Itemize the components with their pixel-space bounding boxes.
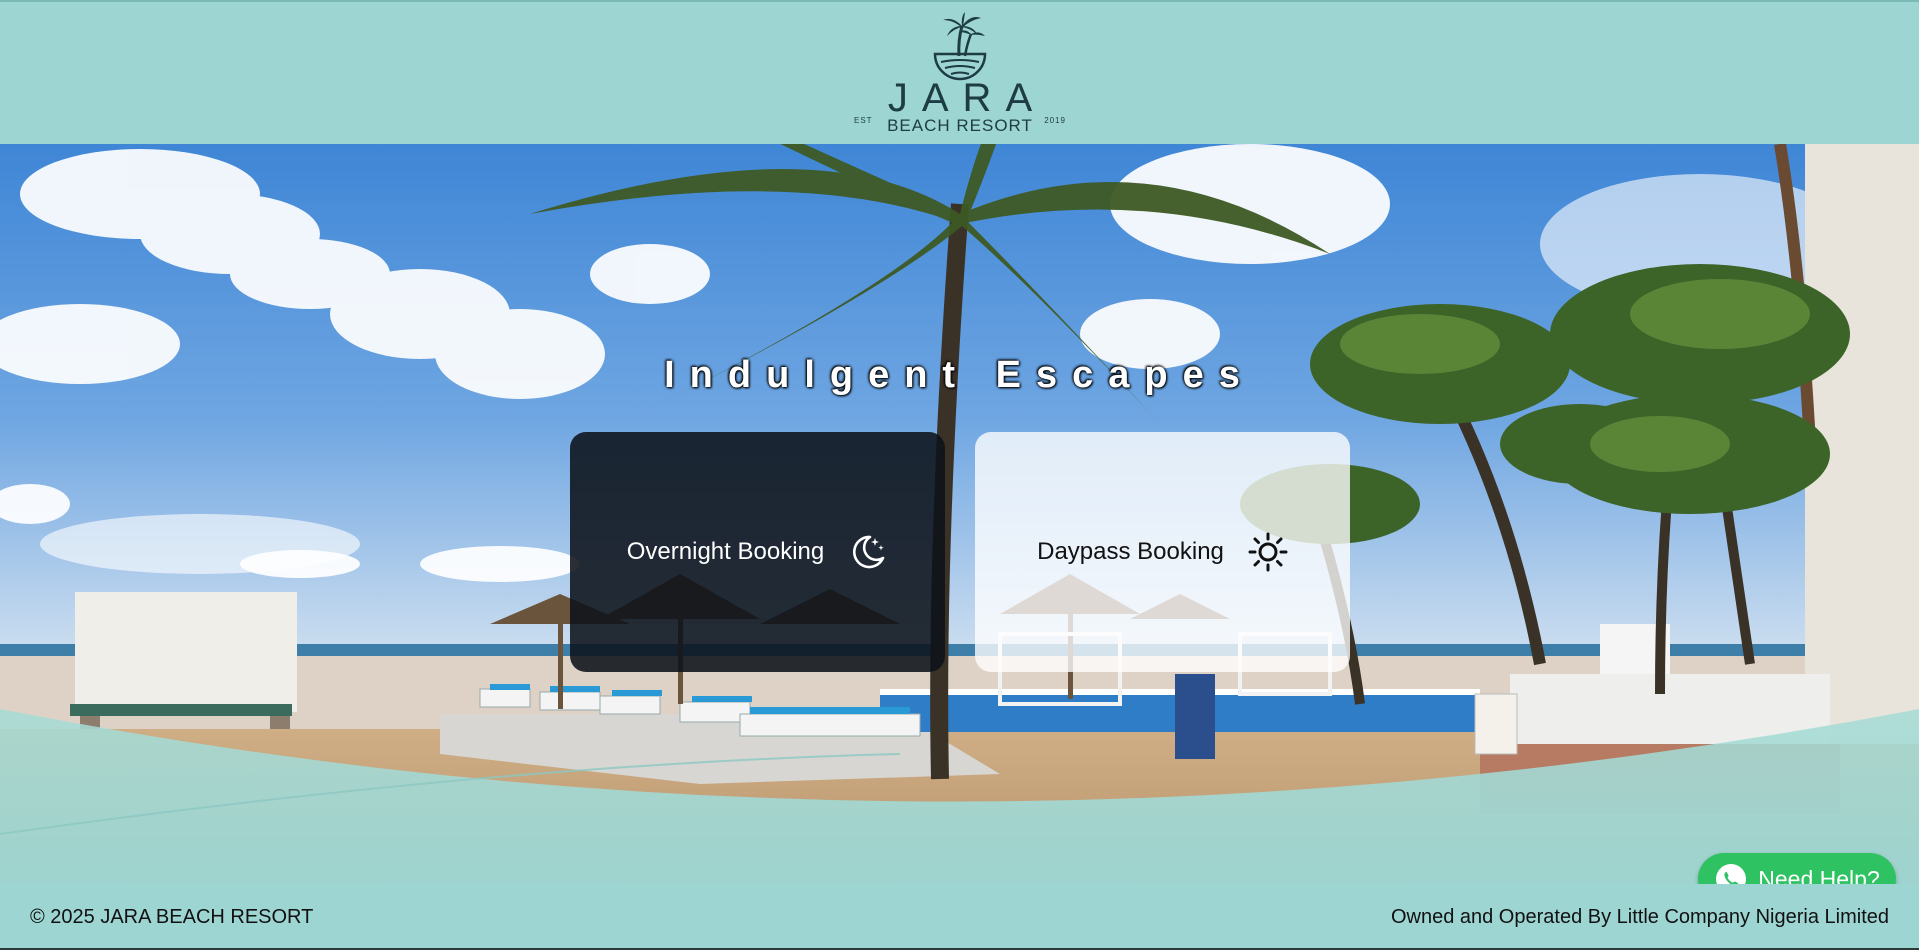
site-header: JARA EST BEACH RESORT 2019 [0,0,1919,144]
resort-logo[interactable]: JARA EST BEACH RESORT 2019 [850,10,1070,140]
logo-year: 2019 [1044,116,1066,125]
hero-title: Indulgent Escapes [664,354,1255,396]
moon-stars-icon [853,535,885,569]
copyright-text: © 2025 JARA BEACH RESORT [30,906,314,928]
logo-name: JARA [887,76,1047,120]
daypass-booking-label: Daypass Booking [1037,538,1224,565]
site-footer: © 2025 JARA BEACH RESORT Owned and Opera… [0,884,1919,950]
sun-icon [1248,532,1288,572]
page: JARA EST BEACH RESORT 2019 Indulgent Esc… [0,0,1919,950]
beach-resort-photo [0,144,1919,884]
overnight-booking-label: Overnight Booking [626,538,825,565]
logo-subtitle: BEACH RESORT [887,116,1033,135]
hero-banner: Indulgent Escapes Overnight Booking Dayp… [0,144,1919,884]
overnight-booking-card[interactable]: Overnight Booking [570,432,945,672]
palm-tree-icon [933,12,987,81]
daypass-booking-card[interactable]: Daypass Booking [975,432,1350,672]
operator-text: Owned and Operated By Little Company Nig… [1390,906,1889,928]
